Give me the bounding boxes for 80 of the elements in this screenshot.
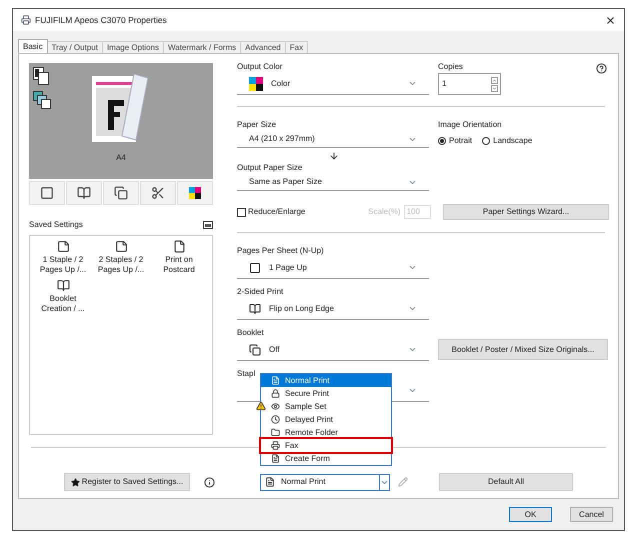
job-type-combobox[interactable]: Normal Print xyxy=(260,474,390,490)
preset-icon[interactable] xyxy=(172,240,186,253)
window-title: FUJIFILM Apeos C3070 Properties xyxy=(35,14,168,26)
paper-size-caption: A4 xyxy=(116,152,126,164)
copies-spinbox[interactable]: 1 xyxy=(438,73,501,95)
field-label: Stapl xyxy=(237,370,256,378)
option-icon xyxy=(271,376,280,385)
up-arrow-icon[interactable] xyxy=(491,76,498,84)
help-icon[interactable] xyxy=(596,63,607,74)
option-icon xyxy=(271,428,280,437)
field-label: Output Paper Size xyxy=(237,164,304,172)
book-icon xyxy=(249,302,261,314)
close-icon[interactable] xyxy=(605,14,616,26)
toolbar-button[interactable] xyxy=(66,181,102,205)
printer-icon xyxy=(21,15,31,25)
option-icon xyxy=(271,402,280,411)
preset-label[interactable]: Booklet Creation / ... xyxy=(38,294,88,314)
chevron-icon xyxy=(408,304,417,313)
copies-icon xyxy=(33,91,51,109)
field-label: Paper Size xyxy=(237,121,278,129)
color-squares-icon xyxy=(189,187,201,199)
option-icon xyxy=(271,441,280,450)
toolbar-button[interactable] xyxy=(103,181,139,205)
page-preview-drawing xyxy=(92,72,150,144)
field-label: Output Color xyxy=(237,63,284,71)
paper-settings-button[interactable]: Paper Settings Wizard... xyxy=(443,204,609,220)
field-label: Copies xyxy=(438,63,464,71)
preset-label[interactable]: 1 Staple / 2 Pages Up /... xyxy=(38,255,88,275)
dialog-button[interactable]: OK xyxy=(509,507,552,522)
radio-option[interactable]: Potrait xyxy=(438,135,472,147)
dialog-button[interactable]: Cancel xyxy=(570,507,613,522)
document-icon xyxy=(265,477,275,487)
color-icon xyxy=(249,76,263,90)
window-icon[interactable] xyxy=(203,221,213,229)
booklet-options-button[interactable]: Booklet / Poster / Mixed Size Originals... xyxy=(438,339,608,360)
field-label: Image Orientation xyxy=(438,121,503,129)
dropdown-option[interactable]: Secure Print xyxy=(261,387,391,400)
document-icon xyxy=(33,67,49,85)
dropdown-option[interactable]: Fax xyxy=(261,439,391,452)
option-icon xyxy=(271,415,280,424)
field-label: Pages Per Sheet (N-Up) xyxy=(237,247,325,255)
field-label: 2-Sided Print xyxy=(237,288,284,296)
preset-label[interactable]: Print on Postcard xyxy=(154,255,204,275)
dropdown-option[interactable]: Normal Print xyxy=(261,374,391,387)
field-label: Scale(%) xyxy=(368,206,401,218)
dropdown-option[interactable]: Sample Set xyxy=(261,400,391,413)
default-all-button[interactable]: Default All xyxy=(439,473,573,491)
info-icon[interactable] xyxy=(204,476,215,488)
chevron-icon xyxy=(408,345,417,354)
chevron-icon xyxy=(408,263,417,272)
register-button[interactable]: Register to Saved Settings... xyxy=(64,473,190,491)
preset-label[interactable]: 2 Staples / 2 Pages Up /... xyxy=(96,255,146,275)
chevron-icon xyxy=(408,386,417,395)
dropdown-option[interactable]: Create Form xyxy=(261,452,391,465)
book-icon xyxy=(77,186,91,200)
down-arrow-icon[interactable] xyxy=(491,84,498,92)
preset-icon[interactable] xyxy=(56,240,70,253)
chevron-icon xyxy=(379,474,389,490)
preset-icon[interactable] xyxy=(56,279,70,292)
toolbar-button[interactable] xyxy=(29,181,65,205)
option-icon xyxy=(271,389,280,398)
toolbar-button[interactable] xyxy=(140,181,176,205)
preset-icon[interactable] xyxy=(114,240,128,253)
copy-icon xyxy=(114,186,128,200)
checkbox-option[interactable]: Reduce/Enlarge xyxy=(237,206,354,218)
radio-option[interactable]: Landscape xyxy=(482,135,532,147)
star-icon xyxy=(70,478,80,486)
chevron-icon xyxy=(408,79,417,88)
dropdown-option[interactable]: Remote Folder xyxy=(261,426,391,439)
tab[interactable]: Basic xyxy=(18,39,48,53)
booklet-icon xyxy=(249,344,261,356)
down-arrow-icon xyxy=(329,151,339,161)
toolbar-button[interactable] xyxy=(177,181,213,205)
square-icon xyxy=(40,186,54,200)
option-icon xyxy=(271,454,280,463)
dropdown-option[interactable]: Delayed Print xyxy=(261,413,391,426)
scissors-icon xyxy=(151,186,165,200)
field-label: Booklet xyxy=(237,329,265,337)
section-title: Saved Settings xyxy=(29,219,83,231)
square-icon xyxy=(249,262,261,274)
